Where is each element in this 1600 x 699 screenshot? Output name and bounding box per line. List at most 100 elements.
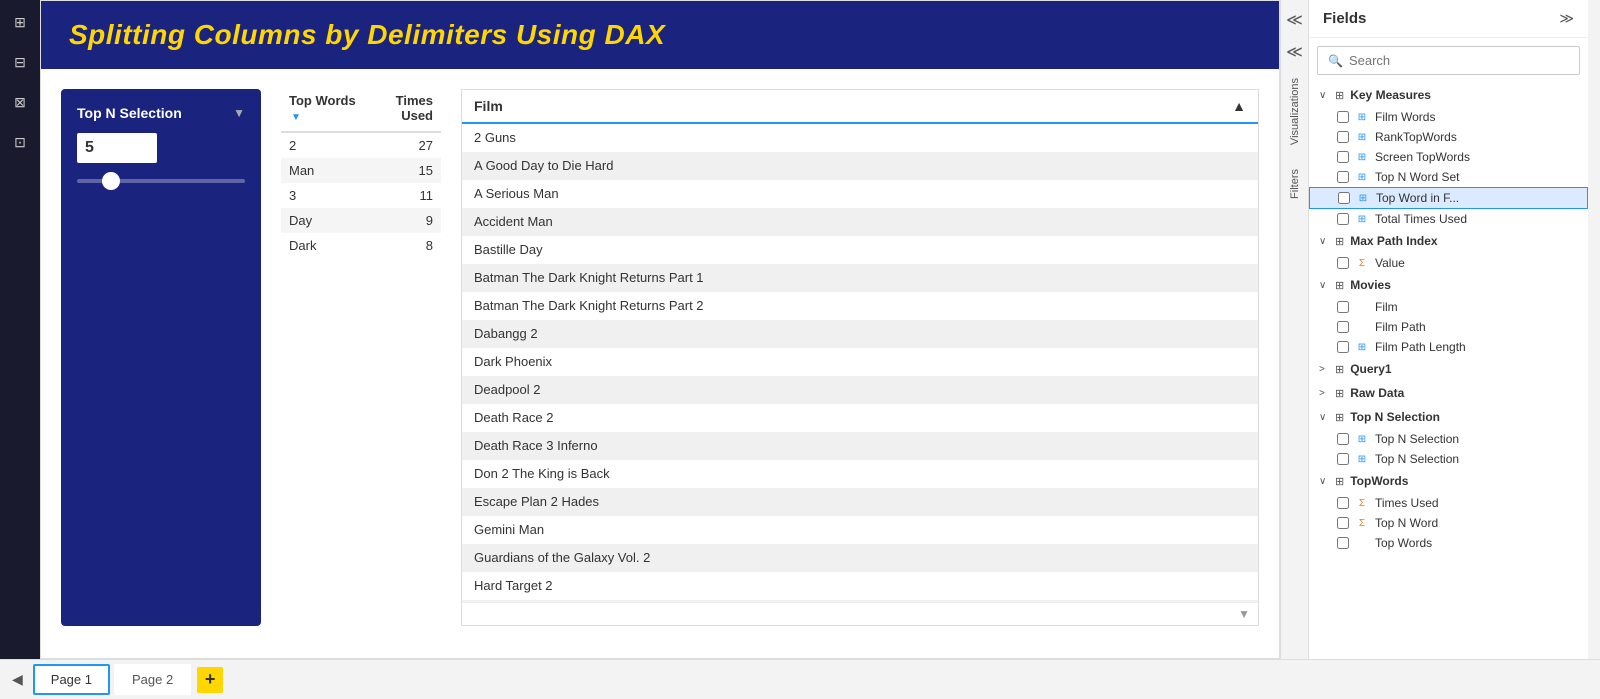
- field-checkbox[interactable]: [1337, 453, 1349, 465]
- table-row: Day9: [281, 208, 441, 233]
- report-content: Top N Selection ▼ 5: [41, 69, 1279, 646]
- field-checkbox[interactable]: [1337, 321, 1349, 333]
- field-label: Top N Word: [1375, 516, 1578, 530]
- field-type-icon: ⊞: [1355, 172, 1369, 183]
- tree-section-header[interactable]: ∨ ⊞ Max Path Index: [1309, 229, 1588, 253]
- list-item[interactable]: Don 2 The King is Back: [462, 460, 1258, 488]
- fields-panel-collapse[interactable]: ≫: [1559, 10, 1574, 27]
- field-checkbox[interactable]: [1337, 131, 1349, 143]
- list-item[interactable]: Bastille Day: [462, 236, 1258, 264]
- list-item[interactable]: ⊞ Screen TopWords: [1309, 147, 1588, 167]
- page-tab-2[interactable]: Page 2: [114, 664, 191, 695]
- list-item[interactable]: ⊞ Top N Selection: [1309, 429, 1588, 449]
- slider-track[interactable]: [77, 179, 245, 183]
- search-input[interactable]: [1349, 53, 1569, 68]
- collapse-left-btn[interactable]: ≪: [1282, 6, 1307, 34]
- field-checkbox[interactable]: [1337, 111, 1349, 123]
- sidebar-icon-3[interactable]: ⊠: [6, 88, 34, 116]
- scroll-up-arrow[interactable]: ▲: [1232, 98, 1246, 114]
- collapse-right-btn[interactable]: ≪: [1282, 38, 1307, 66]
- list-item[interactable]: Batman The Dark Knight Returns Part 1: [462, 264, 1258, 292]
- list-item[interactable]: ⊞ Top N Word Set: [1309, 167, 1588, 187]
- list-item[interactable]: ⊞ RankTopWords: [1309, 127, 1588, 147]
- top-n-input[interactable]: 5: [77, 133, 157, 163]
- list-item[interactable]: Death Race 2: [462, 404, 1258, 432]
- tree-section-header[interactable]: > ⊞ Query1: [1309, 357, 1588, 381]
- list-item[interactable]: Σ Value: [1309, 253, 1588, 273]
- field-checkbox[interactable]: [1337, 171, 1349, 183]
- list-item[interactable]: 2 Guns: [462, 124, 1258, 152]
- list-item[interactable]: Film: [1309, 297, 1588, 317]
- field-checkbox[interactable]: [1337, 301, 1349, 313]
- card-title-label: Top N Selection: [77, 105, 182, 121]
- list-item[interactable]: A Good Day to Die Hard: [462, 152, 1258, 180]
- field-type-icon: Σ: [1355, 518, 1369, 529]
- list-item[interactable]: Accident Man: [462, 208, 1258, 236]
- field-checkbox[interactable]: [1337, 257, 1349, 269]
- word-cell: Man: [281, 158, 365, 183]
- list-item[interactable]: ⊞ Film Path Length: [1309, 337, 1588, 357]
- field-checkbox[interactable]: [1337, 213, 1349, 225]
- fields-panel-header: Fields ≫: [1309, 0, 1588, 38]
- sidebar-icon-2[interactable]: ⊟: [6, 48, 34, 76]
- list-item[interactable]: Death Race 3 Inferno: [462, 432, 1258, 460]
- list-item[interactable]: Batman The Dark Knight Returns Part 2: [462, 292, 1258, 320]
- sidebar-icon-1[interactable]: ⊞: [6, 8, 34, 36]
- film-list-scroll[interactable]: 2 GunsA Good Day to Die HardA Serious Ma…: [462, 124, 1258, 602]
- table-icon: ⊞: [1335, 235, 1344, 248]
- list-item[interactable]: Deadpool 2: [462, 376, 1258, 404]
- list-item[interactable]: Guardians of the Galaxy Vol. 2: [462, 544, 1258, 572]
- scroll-down-arrow[interactable]: ▼: [1238, 607, 1250, 621]
- field-checkbox[interactable]: [1337, 537, 1349, 549]
- add-page-button[interactable]: +: [197, 667, 223, 693]
- count-cell: 9: [365, 208, 441, 233]
- field-checkbox[interactable]: [1337, 433, 1349, 445]
- list-item[interactable]: Gemini Man: [462, 516, 1258, 544]
- tree-section-header[interactable]: > ⊞ Raw Data: [1309, 381, 1588, 405]
- visualizations-tab[interactable]: Visualizations: [1289, 78, 1301, 145]
- list-item[interactable]: Escape Plan 2 Hades: [462, 488, 1258, 516]
- page-title: Splitting Columns by Delimiters Using DA…: [69, 19, 1251, 51]
- list-item[interactable]: Top Words: [1309, 533, 1588, 553]
- count-cell: 11: [365, 183, 441, 208]
- list-item[interactable]: ⊞ Film Words: [1309, 107, 1588, 127]
- field-checkbox[interactable]: [1338, 192, 1350, 204]
- card-dropdown-arrow[interactable]: ▼: [233, 106, 245, 120]
- filters-tab[interactable]: Filters: [1289, 169, 1301, 199]
- tree-section: ∨ ⊞ Key Measures ⊞ Film Words ⊞ RankTopW…: [1309, 83, 1588, 229]
- list-item[interactable]: Hard Target 2: [462, 572, 1258, 600]
- page-tab-1[interactable]: Page 1: [33, 664, 110, 695]
- chevron-icon: ∨: [1319, 280, 1331, 291]
- list-item[interactable]: Dark Phoenix: [462, 348, 1258, 376]
- list-item[interactable]: Σ Top N Word: [1309, 513, 1588, 533]
- tree-section: > ⊞ Query1: [1309, 357, 1588, 381]
- tree-section-header[interactable]: ∨ ⊞ Movies: [1309, 273, 1588, 297]
- slider-thumb[interactable]: [102, 172, 120, 190]
- field-checkbox[interactable]: [1337, 151, 1349, 163]
- table-row: Dark8: [281, 233, 441, 258]
- section-name: Query1: [1350, 362, 1391, 376]
- field-type-icon: ⊞: [1355, 434, 1369, 445]
- card-title-bar: Top N Selection ▼: [77, 105, 245, 121]
- chevron-icon: ∨: [1319, 236, 1331, 247]
- list-item[interactable]: ⊞ Total Times Used: [1309, 209, 1588, 229]
- list-item[interactable]: ⊞ Top N Selection: [1309, 449, 1588, 469]
- col-top-words: Top Words ▼: [281, 89, 365, 132]
- list-item[interactable]: ⊞ Top Word in F...: [1309, 187, 1588, 209]
- nav-prev-arrow[interactable]: ◀: [8, 667, 27, 692]
- tree-section-header[interactable]: ∨ ⊞ TopWords: [1309, 469, 1588, 493]
- sidebar-icon-4[interactable]: ⊡: [6, 128, 34, 156]
- list-item[interactable]: Dabangg 2: [462, 320, 1258, 348]
- list-item[interactable]: Σ Times Used: [1309, 493, 1588, 513]
- list-item[interactable]: Film Path: [1309, 317, 1588, 337]
- list-item[interactable]: A Serious Man: [462, 180, 1258, 208]
- tree-section-header[interactable]: ∨ ⊞ Key Measures: [1309, 83, 1588, 107]
- field-checkbox[interactable]: [1337, 341, 1349, 353]
- tree-section: ∨ ⊞ TopWords Σ Times Used Σ Top N Word T…: [1309, 469, 1588, 553]
- tree-section-header[interactable]: ∨ ⊞ Top N Selection: [1309, 405, 1588, 429]
- field-checkbox[interactable]: [1337, 497, 1349, 509]
- top-words-table: Top Words ▼ Times Used 227Man15311Day9Da…: [281, 89, 441, 626]
- field-checkbox[interactable]: [1337, 517, 1349, 529]
- search-box[interactable]: 🔍: [1317, 46, 1580, 75]
- film-column-header: Film: [474, 98, 503, 114]
